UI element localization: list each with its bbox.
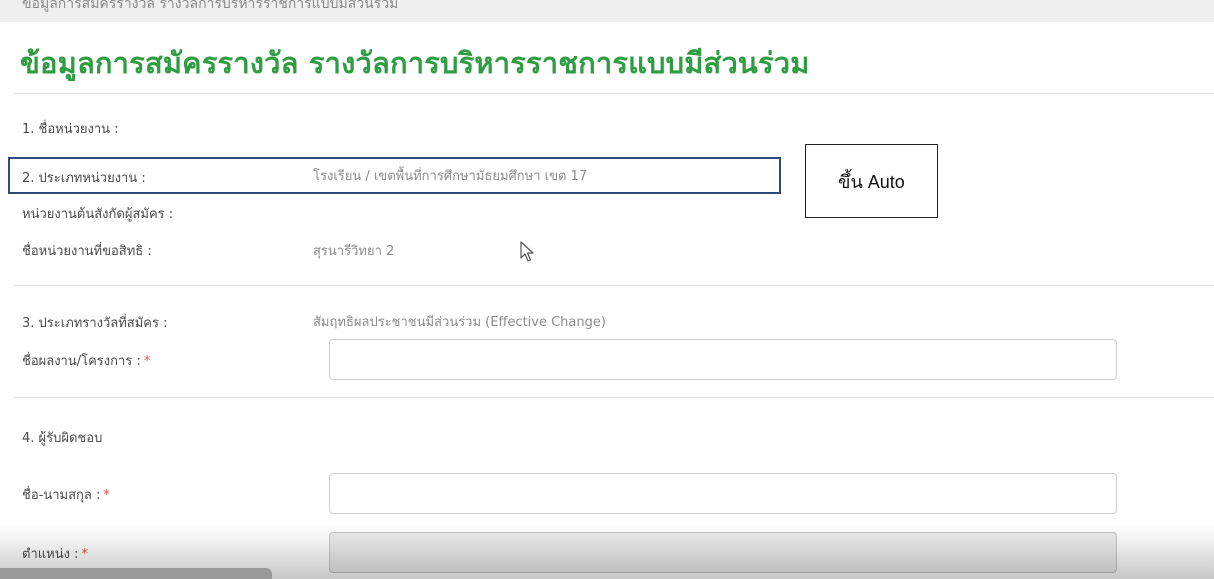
org-name-label: 1. ชื่อหน่วยงาน : (22, 122, 119, 137)
project-name-label-text: ชื่อผลงาน/โครงการ : (22, 354, 141, 369)
project-name-label: ชื่อผลงาน/โครงการ : * (22, 350, 150, 371)
bottom-progress-bar (0, 568, 272, 579)
project-name-input[interactable] (329, 339, 1117, 380)
auto-callout-text: ขึ้น Auto (838, 171, 905, 192)
section-divider-3 (14, 397, 1214, 398)
agency-name-label: ชื่อหน่วยงานที่ขอสิทธิ : (22, 244, 152, 259)
auto-callout: ขึ้น Auto (805, 144, 938, 218)
required-mark: * (81, 547, 88, 562)
required-mark: * (103, 488, 110, 503)
title-divider (14, 93, 1214, 94)
position-label-text: ตำแหน่ง : (22, 547, 79, 562)
award-type-value: สัมฤทธิผลประชาชนมีส่วนร่วม (Effective Ch… (313, 315, 606, 330)
position-label: ตำแหน่ง : * (22, 543, 88, 564)
org-type-label: 2. ประเภทหน่วยงาน : (22, 171, 146, 186)
breadcrumb-bar: ข้อมูลการสมัครรางวัล รางวัลการบริหารราชก… (0, 0, 1214, 22)
breadcrumb: ข้อมูลการสมัครรางวัล รางวัลการบริหารราชก… (22, 0, 399, 12)
responsible-person-label: 4. ผู้รับผิดชอบ (22, 431, 103, 446)
mouse-pointer-icon (520, 241, 534, 262)
full-name-input[interactable] (329, 473, 1117, 514)
full-name-label: ชื่อ-นามสกุล : * (22, 484, 110, 505)
position-input[interactable] (329, 532, 1117, 573)
parent-agency-label: หน่วยงานต้นสังกัดผู้สมัคร : (22, 207, 174, 222)
full-name-label-text: ชื่อ-นามสกุล : (22, 488, 101, 503)
section-divider-2 (14, 285, 1214, 286)
agency-name-value: สุรนารีวิทยา 2 (313, 244, 395, 259)
org-type-value: โรงเรียน / เขตพื้นที่การศึกษามัธยมศึกษา … (313, 169, 588, 184)
award-type-label: 3. ประเภทรางวัลที่สมัคร : (22, 316, 168, 331)
required-mark: * (143, 354, 151, 369)
page-title: ข้อมูลการสมัครรางวัล รางวัลการบริหารราชก… (20, 46, 810, 80)
